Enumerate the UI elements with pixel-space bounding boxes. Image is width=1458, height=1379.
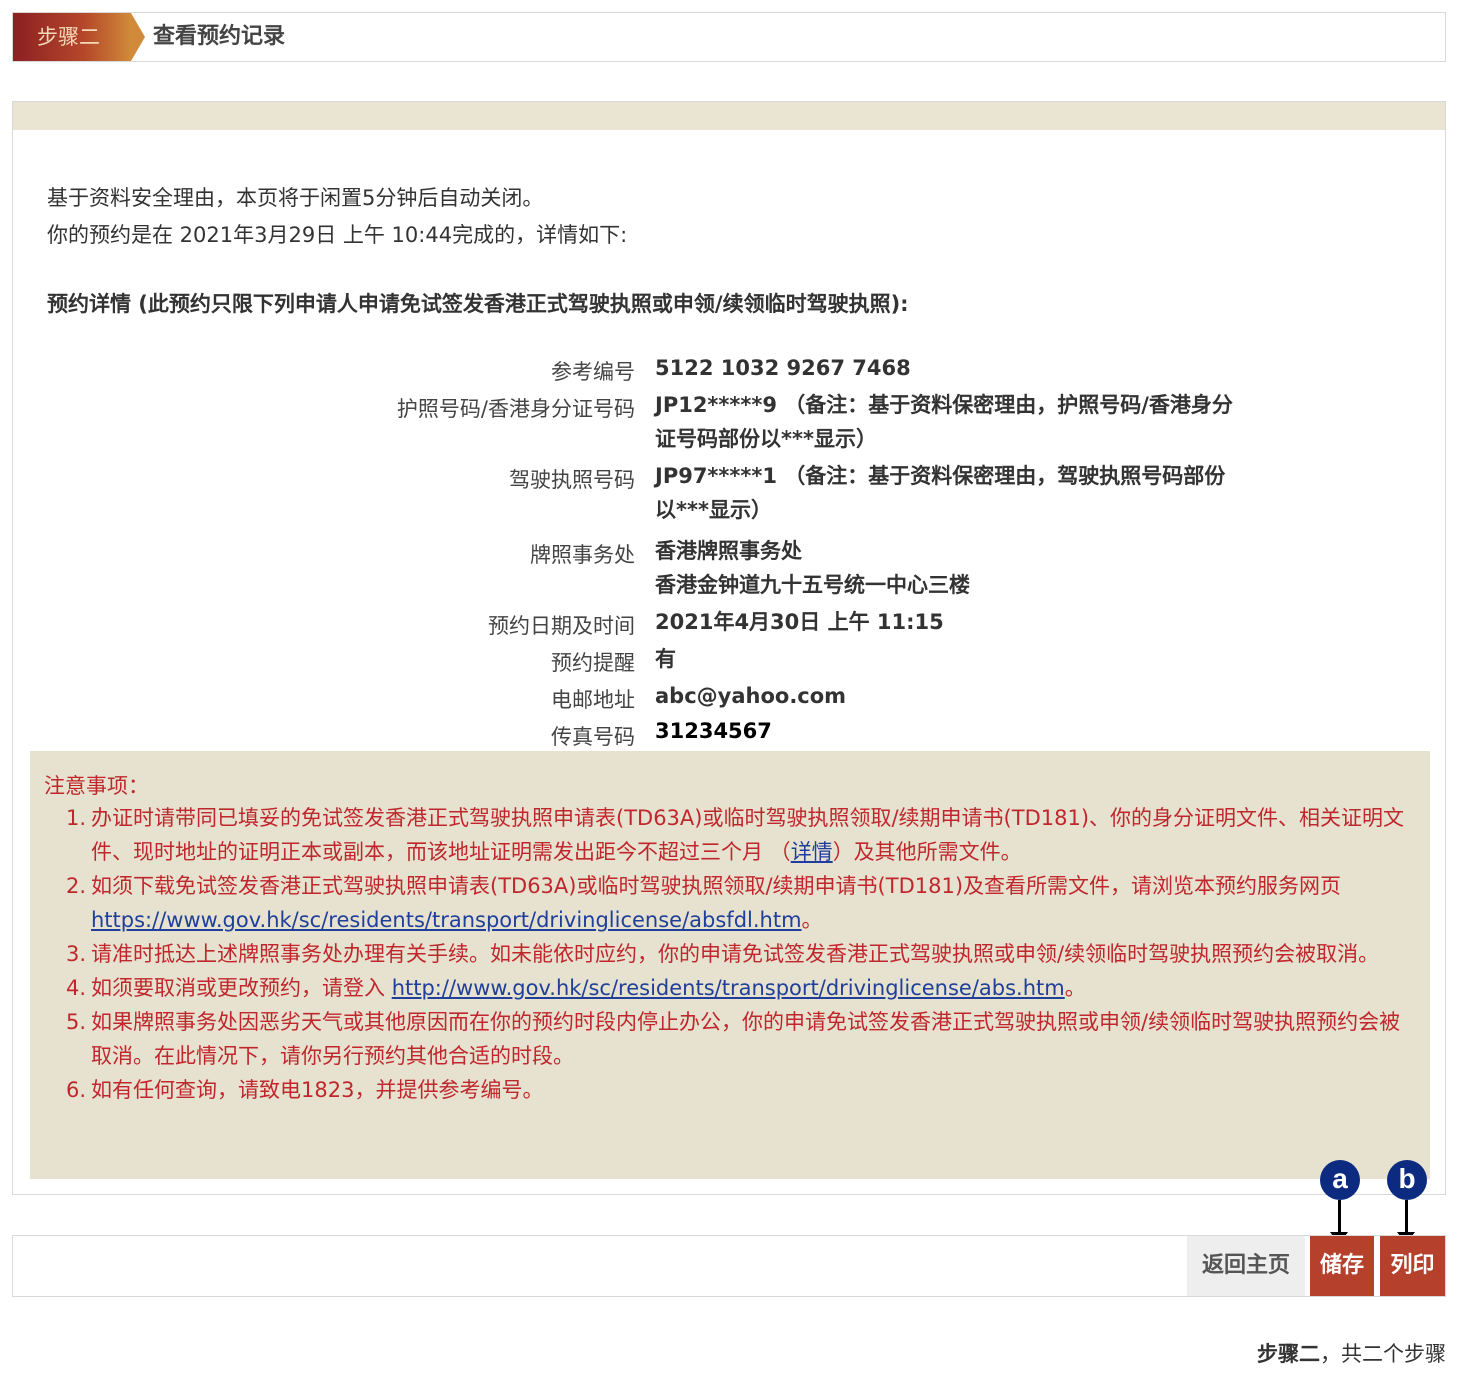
- step-indicator: 步骤二，共二个步骤: [1257, 1338, 1446, 1368]
- detail-value: 31234567: [655, 719, 772, 743]
- detail-label: 预约日期及时间: [488, 614, 635, 638]
- marker-a: a: [1320, 1160, 1360, 1200]
- details-link[interactable]: 详情: [791, 840, 833, 864]
- detail-label: 电邮地址: [551, 688, 635, 712]
- detail-label: 传真号码: [551, 725, 635, 749]
- arrow-down-icon: [1397, 1200, 1415, 1244]
- detail-value: 有: [655, 647, 676, 671]
- note-number: 1.: [66, 806, 87, 830]
- note-text: 如果牌照事务处因恶劣天气或其他原因而在你的预约时段内停止办公，你的申请免试签发香…: [91, 1010, 1401, 1068]
- note-text: 。: [801, 908, 823, 932]
- booking-completed-notice: 你的预约是在 2021年3月29日 上午 10:44完成的，详情如下:: [47, 223, 628, 247]
- list-item: 5. 如果牌照事务处因恶劣天气或其他原因而在你的预约时段内停止办公，你的申请免试…: [66, 1005, 1416, 1073]
- step-total: ，共二个步骤: [1320, 1342, 1446, 1366]
- session-timeout-notice: 基于资料安全理由，本页将于闲置5分钟后自动关闭。: [47, 186, 544, 210]
- note-text: 请准时抵达上述牌照事务处办理有关手续。如未能依时应约，你的申请免试签发香港正式驾…: [91, 942, 1380, 966]
- booking-record-panel: 基于资料安全理由，本页将于闲置5分钟后自动关闭。 你的预约是在 2021年3月2…: [12, 101, 1446, 1195]
- action-bar: 返回主页 储存 列印: [12, 1235, 1446, 1297]
- panel-header-band: [13, 102, 1445, 130]
- page-title: 查看预约记录: [153, 24, 286, 49]
- list-item: 2. 如须下载免试签发香港正式驾驶执照申请表(TD63A)或临时驾驶执照领取/续…: [66, 869, 1416, 937]
- list-item: 3. 请准时抵达上述牌照事务处办理有关手续。如未能依时应约，你的申请免试签发香港…: [66, 937, 1416, 971]
- note-number: 5.: [66, 1010, 87, 1034]
- detail-label: 预约提醒: [551, 651, 635, 675]
- marker-b: b: [1387, 1160, 1427, 1200]
- office-address: 香港金钟道九十五号统一中心三楼: [655, 573, 970, 597]
- notes-list: 1. 办证时请带同已填妥的免试签发香港正式驾驶执照申请表(TD63A)或临时驾驶…: [66, 801, 1416, 1107]
- note-text: 。: [1064, 976, 1086, 1000]
- note-text: 如须下载免试签发香港正式驾驶执照申请表(TD63A)或临时驾驶执照领取/续期申请…: [91, 874, 1342, 898]
- detail-value: abc@yahoo.com: [655, 684, 847, 708]
- detail-value: JP97*****1 （备注：基于资料保密理由，驾驶执照号码部份以***显示）: [655, 464, 1226, 522]
- note-text: ）及其他所需文件。: [832, 840, 1022, 864]
- step-badge-arrow-icon: [131, 13, 145, 61]
- detail-label: 护照号码/香港身分证号码: [396, 397, 635, 421]
- note-text: 如有任何查询，请致电1823，并提供参考编号。: [91, 1078, 544, 1102]
- list-item: 4. 如须要取消或更改预约，请登入 http://www.gov.hk/sc/r…: [66, 971, 1416, 1005]
- intro-text: 基于资料安全理由，本页将于闲置5分钟后自动关闭。 你的预约是在 2021年3月2…: [47, 180, 627, 254]
- note-number: 2.: [66, 874, 87, 898]
- arrow-down-icon: [1330, 1200, 1348, 1244]
- detail-label: 牌照事务处: [530, 543, 635, 567]
- step-current: 步骤二: [1257, 1342, 1320, 1366]
- detail-value: JP12*****9 （备注：基于资料保密理由，护照号码/香港身分证号码部份以*…: [655, 393, 1233, 451]
- office-name: 香港牌照事务处: [655, 539, 802, 563]
- step-badge: 步骤二: [13, 13, 131, 61]
- list-item: 1. 办证时请带同已填妥的免试签发香港正式驾驶执照申请表(TD63A)或临时驾驶…: [66, 801, 1416, 869]
- note-text: 如须要取消或更改预约，请登入: [91, 976, 392, 1000]
- note-number: 3.: [66, 942, 87, 966]
- back-to-home-button[interactable]: 返回主页: [1187, 1236, 1305, 1296]
- note-number: 6.: [66, 1078, 87, 1102]
- note-text: 办证时请带同已填妥的免试签发香港正式驾驶执照申请表(TD63A)或临时驾驶执照领…: [91, 806, 1405, 864]
- detail-label: 驾驶执照号码: [509, 468, 635, 492]
- list-item: 6. 如有任何查询，请致电1823，并提供参考编号。: [66, 1073, 1416, 1107]
- download-forms-link[interactable]: https://www.gov.hk/sc/residents/transpor…: [91, 908, 802, 932]
- step-header: 步骤二 查看预约记录: [12, 12, 1446, 62]
- print-button[interactable]: 列印: [1380, 1236, 1445, 1296]
- save-button[interactable]: 储存: [1310, 1236, 1374, 1296]
- detail-value: 5122 1032 9267 7468: [655, 356, 911, 380]
- cancel-booking-link[interactable]: http://www.gov.hk/sc/residents/transport…: [392, 976, 1065, 1000]
- notes-box: 注意事项： 1. 办证时请带同已填妥的免试签发香港正式驾驶执照申请表(TD63A…: [30, 751, 1430, 1179]
- detail-value: 香港牌照事务处 香港金钟道九十五号统一中心三楼: [655, 534, 1245, 602]
- details-heading: 预约详情 (此预约只限下列申请人申请免试签发香港正式驾驶执照或申领/续领临时驾驶…: [47, 292, 909, 316]
- detail-label: 参考编号: [551, 360, 635, 384]
- notes-title: 注意事项：: [44, 774, 149, 798]
- detail-value: 2021年4月30日 上午 11:15: [655, 610, 944, 634]
- note-number: 4.: [66, 976, 87, 1000]
